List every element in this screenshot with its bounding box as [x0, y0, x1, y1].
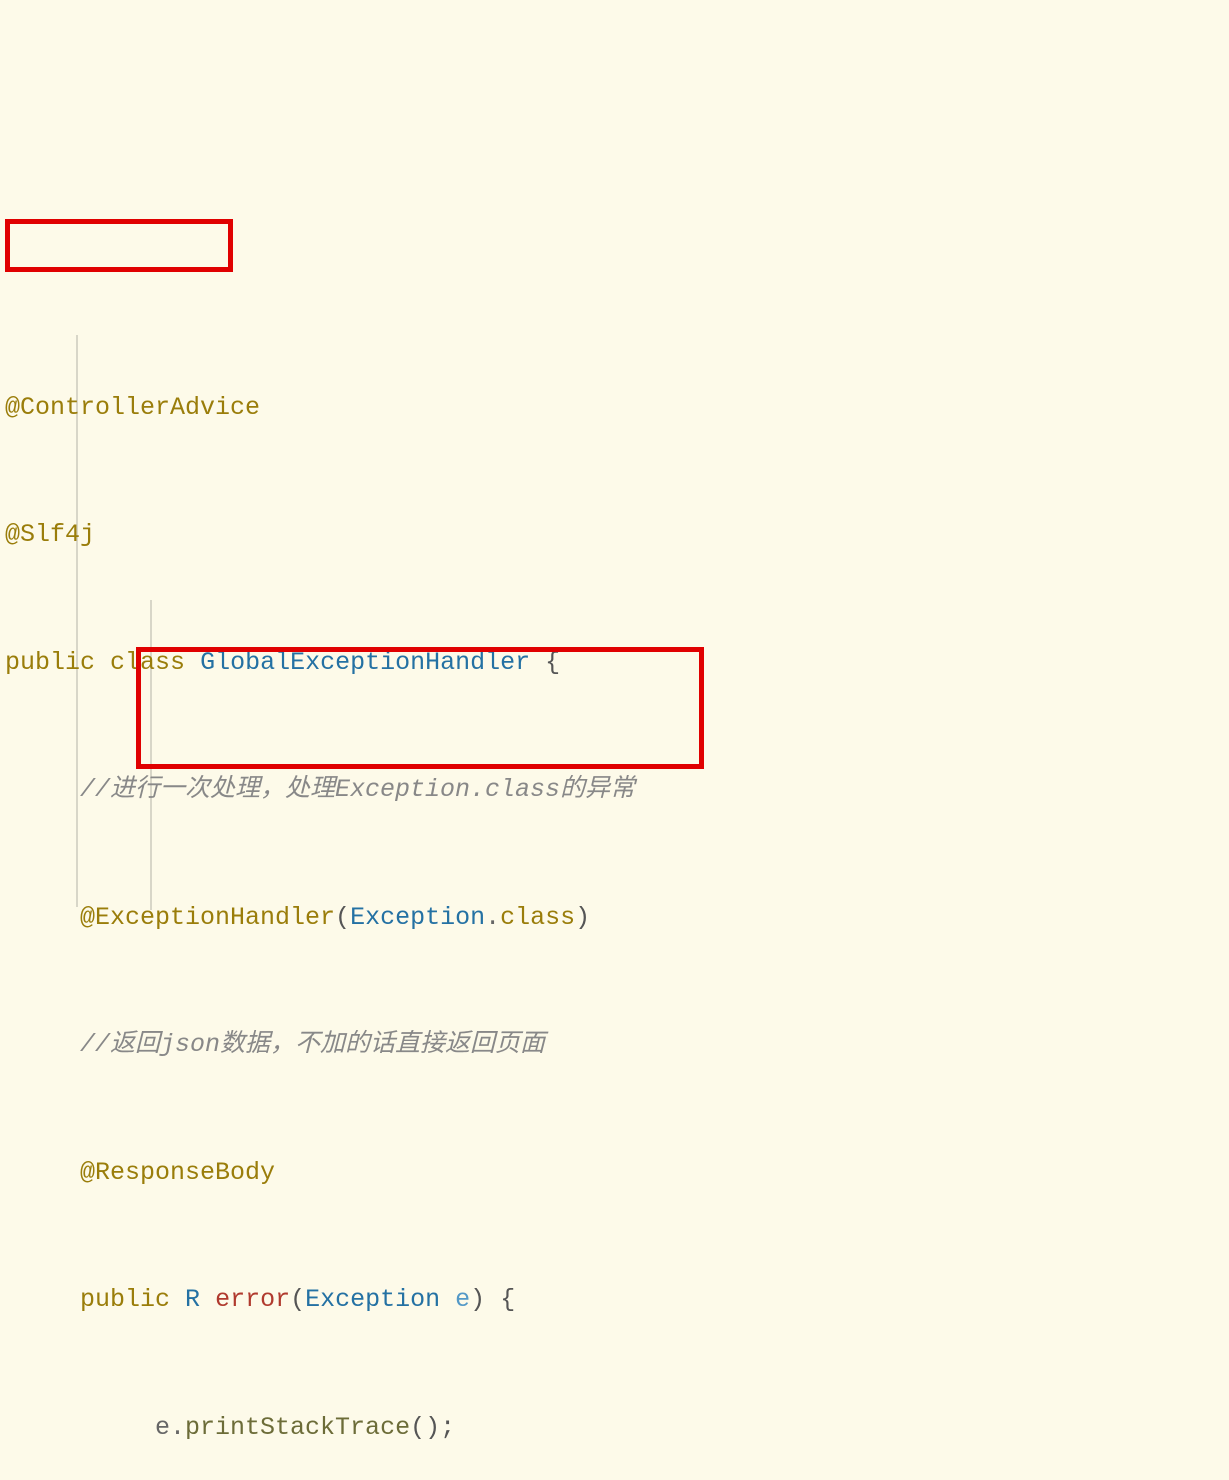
- code-line: @Slf4j: [5, 514, 1229, 557]
- code-line: @ExceptionHandler(Exception.class): [5, 897, 1229, 940]
- code-line: @ResponseBody: [5, 1152, 1229, 1195]
- code-line: public class GlobalExceptionHandler {: [5, 642, 1229, 685]
- dot: .: [485, 903, 500, 932]
- method-call: printStackTrace: [185, 1413, 410, 1442]
- keyword-class: class: [110, 648, 185, 677]
- param-type: Exception: [305, 1285, 440, 1314]
- paren: (: [335, 903, 350, 932]
- paren: (): [410, 1413, 440, 1442]
- code-line: public R error(Exception e) {: [5, 1279, 1229, 1322]
- return-type: R: [185, 1285, 200, 1314]
- keyword-public: public: [5, 648, 95, 677]
- annotation: @ExceptionHandler: [80, 903, 335, 932]
- comment: //进行一次处理，处理Exception.class的异常: [80, 775, 635, 804]
- paren: ): [575, 903, 590, 932]
- semicolon: ;: [440, 1413, 455, 1442]
- code-line: //返回json数据，不加的话直接返回页面: [5, 1024, 1229, 1067]
- highlight-box: [5, 219, 233, 272]
- variable: e: [155, 1413, 170, 1442]
- code-line: @ControllerAdvice: [5, 387, 1229, 430]
- annotation: @ControllerAdvice: [5, 393, 260, 422]
- brace: {: [500, 1285, 515, 1314]
- dot: .: [170, 1413, 185, 1442]
- annotation: @Slf4j: [5, 520, 95, 549]
- keyword-public: public: [80, 1285, 170, 1314]
- param-name: e: [455, 1285, 470, 1314]
- code-block: @ControllerAdvice @Slf4j public class Gl…: [0, 170, 1229, 1480]
- paren: ): [470, 1285, 485, 1314]
- keyword-class: class: [500, 903, 575, 932]
- annotation: @ResponseBody: [80, 1158, 275, 1187]
- comment: //返回json数据，不加的话直接返回页面: [80, 1030, 545, 1059]
- class-ref: Exception: [350, 903, 485, 932]
- code-line: //进行一次处理，处理Exception.class的异常: [5, 769, 1229, 812]
- code-line: e.printStackTrace();: [5, 1407, 1229, 1450]
- method-name: error: [215, 1285, 290, 1314]
- paren: (: [290, 1285, 305, 1314]
- class-name: GlobalExceptionHandler: [200, 648, 530, 677]
- brace: {: [545, 648, 560, 677]
